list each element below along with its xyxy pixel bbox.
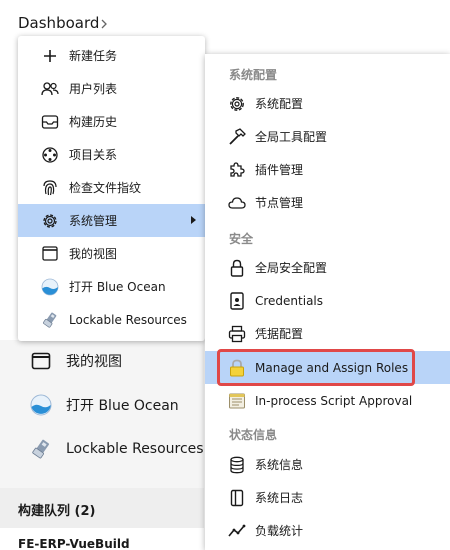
gear-icon [41,212,59,230]
submenu-item-nodes[interactable]: 节点管理 [205,186,450,219]
submenu-item-label: 负载统计 [255,524,304,538]
chart-icon [228,522,246,540]
plus-icon [41,47,59,65]
submenu-item-label: 全局工具配置 [255,130,328,144]
side-item-label: 打开 Blue Ocean [66,398,179,414]
dashboard-dropdown-menu: 新建任务 用户列表 构建历史 项目关系 检查文件指纹 系统管理 我的视图 打开 … [18,36,205,341]
build-queue-item[interactable]: FE-ERP-VueBuild [18,537,130,550]
submenu-item-system-log[interactable]: 系统日志 [205,481,450,514]
menu-item-lockable-resources[interactable]: Lockable Resources [18,303,205,336]
submenu-item-load-statistics[interactable]: 负载统计 [205,514,450,547]
menu-item-label: 构建历史 [69,115,118,129]
log-icon [228,489,246,507]
cloud-icon [228,194,246,212]
menu-item-build-history[interactable]: 构建历史 [18,105,205,138]
side-item-blue-ocean[interactable]: 打开 Blue Ocean [30,387,179,423]
manage-jenkins-submenu: 系统配置 系统配置 全局工具配置 插件管理 节点管理 安全 全局安全配置 Cre… [205,54,450,550]
submenu-item-script-approval[interactable]: In-process Script Approval [205,384,450,417]
section-header-security: 安全 [229,232,254,246]
annotation-highlight-frame [217,349,415,386]
side-item-label: 我的视图 [66,354,122,370]
relation-icon [41,146,59,164]
menu-item-manage-jenkins[interactable]: 系统管理 [18,204,205,237]
users-icon [41,80,59,98]
database-icon [228,456,246,474]
menu-item-label: 打开 Blue Ocean [69,280,166,294]
credentials-icon [228,291,246,310]
menu-item-project-relationship[interactable]: 项目关系 [18,138,205,171]
chevron-right-icon[interactable] [101,19,107,29]
usb-icon [30,438,52,460]
submenu-item-credentials[interactable]: Credentials [205,284,450,317]
side-item-lockable-resources[interactable]: Lockable Resources [30,431,204,467]
submenu-item-label: In-process Script Approval [255,393,413,408]
submenu-item-global-security[interactable]: 全局安全配置 [205,251,450,284]
submenu-item-label: 插件管理 [255,163,304,177]
blue-ocean-icon [41,278,59,296]
breadcrumb-dashboard[interactable]: Dashboard [18,14,99,32]
submenu-item-label: 系统信息 [255,458,304,472]
submenu-item-label: 系统配置 [255,97,304,111]
menu-item-label: 项目关系 [69,148,118,162]
gear-icon [228,95,246,113]
submenu-item-label: 系统日志 [255,491,304,505]
lock-icon [228,259,246,277]
printer-icon [228,325,246,343]
section-header-system: 系统配置 [229,68,278,82]
window-icon [41,245,59,263]
submenu-item-plugins[interactable]: 插件管理 [205,153,450,186]
submenu-item-global-tools[interactable]: 全局工具配置 [205,120,450,153]
puzzle-icon [228,161,246,179]
side-item-my-views[interactable]: 我的视图 [30,343,122,379]
menu-item-label: 我的视图 [69,247,118,261]
submenu-item-credential-providers[interactable]: 凭据配置 [205,317,450,350]
menu-item-label: 新建任务 [69,49,118,63]
menu-item-my-views[interactable]: 我的视图 [18,237,205,270]
usb-icon [41,311,59,329]
window-icon [30,350,52,372]
submenu-item-configure-system[interactable]: 系统配置 [205,87,450,120]
menu-item-label: 系统管理 [69,214,118,228]
menu-item-label: 检查文件指纹 [69,181,142,195]
submenu-item-label: 凭据配置 [255,327,304,341]
menu-item-fingerprint[interactable]: 检查文件指纹 [18,171,205,204]
fingerprint-icon [41,179,59,197]
build-queue-title: 构建队列 (2) [18,504,96,519]
submenu-item-system-info[interactable]: 系统信息 [205,448,450,481]
side-item-label: Lockable Resources [66,441,204,457]
menu-item-label: 用户列表 [69,82,118,96]
section-header-status: 状态信息 [229,428,278,442]
caret-right-icon [191,216,196,224]
menu-item-new-job[interactable]: 新建任务 [18,39,205,72]
menu-item-label: Lockable Resources [69,312,187,327]
submenu-item-label: Credentials [255,293,324,308]
blue-ocean-icon [30,394,52,416]
submenu-item-label: 节点管理 [255,196,304,210]
notepad-icon [228,392,246,410]
menu-item-blue-ocean[interactable]: 打开 Blue Ocean [18,270,205,303]
submenu-item-label: 全局安全配置 [255,261,328,275]
hammer-icon [228,127,246,146]
menu-item-users[interactable]: 用户列表 [18,72,205,105]
history-icon [41,113,59,131]
